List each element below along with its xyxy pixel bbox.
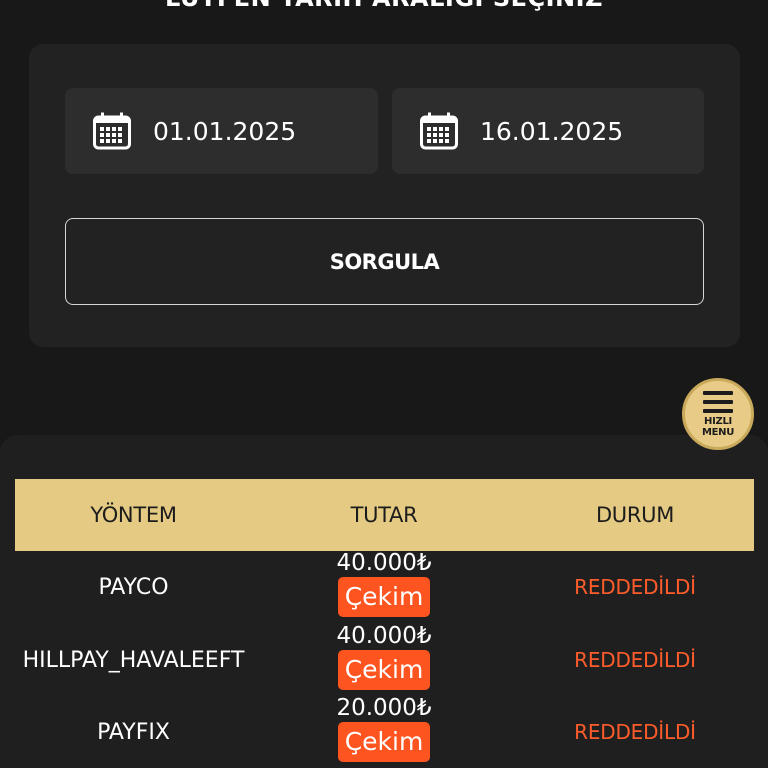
quick-menu-label-line1: HIZLI <box>704 415 732 427</box>
status-badge: REDDEDİLDİ <box>574 720 696 744</box>
row-amount: 40.000₺ <box>336 550 432 576</box>
transaction-type-badge: Çekim <box>337 577 431 617</box>
transaction-type-badge: Çekim <box>337 650 431 690</box>
date-filter-card: 01.01.2025 16.01.2025 SORGULA <box>29 44 740 347</box>
start-date-field[interactable]: 01.01.2025 <box>65 88 378 174</box>
end-date-value: 16.01.2025 <box>480 116 624 146</box>
status-badge: REDDEDİLDİ <box>574 575 696 599</box>
header-status: DURUM <box>595 503 675 527</box>
calendar-icon <box>420 112 458 150</box>
row-amount-cell: 40.000₺ Çekim <box>252 623 516 696</box>
row-method: PAYCO <box>98 574 169 600</box>
header-amount: TUTAR <box>350 503 418 527</box>
row-method: HILLPAY_HAVALEEFT <box>22 647 245 673</box>
transaction-type-badge: Çekim <box>337 722 431 762</box>
row-amount-cell: 40.000₺ Çekim <box>252 550 516 623</box>
page: LÜTFEN TARİH ARALIĞI SEÇİNİZ 01.01.2025 <box>0 0 768 768</box>
table-header: YÖNTEM TUTAR DURUM <box>15 479 754 551</box>
status-badge: REDDEDİLDİ <box>574 648 696 672</box>
table-row: PAYFIX 20.000₺ Çekim REDDEDİLDİ <box>15 695 754 768</box>
quick-menu-label-line2: MENU <box>701 426 735 438</box>
row-method: PAYFIX <box>97 719 170 745</box>
table-row: HILLPAY_HAVALEEFT 40.000₺ Çekim REDDEDİL… <box>15 623 754 696</box>
row-amount: 40.000₺ <box>336 623 432 649</box>
query-button[interactable]: SORGULA <box>65 218 704 305</box>
row-amount-cell: 20.000₺ Çekim <box>252 695 516 768</box>
table-row: PAYCO 40.000₺ Çekim REDDEDİLDİ <box>15 550 754 623</box>
calendar-icon <box>93 112 131 150</box>
page-heading: LÜTFEN TARİH ARALIĞI SEÇİNİZ <box>0 0 768 12</box>
row-amount: 20.000₺ <box>336 695 432 721</box>
end-date-field[interactable]: 16.01.2025 <box>392 88 704 174</box>
quick-menu-button[interactable]: HIZLI MENU <box>682 378 754 450</box>
hamburger-menu-icon <box>703 390 733 413</box>
header-method: YÖNTEM <box>90 503 177 527</box>
start-date-value: 01.01.2025 <box>153 116 297 146</box>
